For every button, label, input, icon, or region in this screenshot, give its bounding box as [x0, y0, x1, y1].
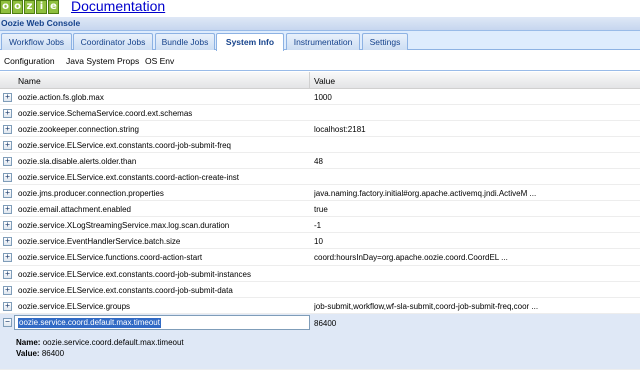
expand-icon[interactable]: +	[3, 205, 12, 215]
expand-icon[interactable]: +	[3, 93, 12, 102]
row-value: 10	[314, 237, 323, 247]
logo-letter: o	[0, 0, 11, 14]
main-tab-bar: Workflow Jobs Coordinator Jobs Bundle Jo…	[0, 31, 640, 51]
subtab-os-env[interactable]: OS Env	[145, 56, 174, 66]
row-value: 86400	[314, 318, 337, 328]
detail-name-line: Name: oozie.service.coord.default.max.ti…	[16, 338, 184, 347]
selected-name-text: oozie.service.coord.default.max.timeout	[18, 317, 161, 328]
row-name-editor[interactable]: oozie.service.coord.default.max.timeout	[14, 314, 310, 330]
tab-instrumentation[interactable]: Instrumentation	[286, 33, 360, 50]
table-row[interactable]: + oozie.service.ELService.ext.constants.c…	[0, 282, 640, 298]
expand-icon[interactable]: +	[3, 173, 12, 183]
table-row[interactable]: + oozie.jms.producer.connection.propertie…	[0, 185, 640, 202]
console-title: Oozie Web Console	[1, 18, 81, 28]
expand-icon[interactable]: +	[3, 269, 12, 279]
table-row[interactable]: + oozie.service.SchemaService.coord.ext.s…	[0, 105, 640, 122]
config-grid: + oozie.action.fs.glob.max 1000 + oozie.ser…	[0, 89, 640, 370]
row-value: true	[314, 205, 328, 215]
tab-workflow-jobs[interactable]: Workflow Jobs	[1, 33, 72, 50]
row-name: oozie.service.ELService.ext.constants.co…	[18, 269, 251, 279]
tab-system-info[interactable]: System Info	[216, 33, 284, 51]
console-title-bar: Oozie Web Console	[0, 17, 640, 31]
expand-icon[interactable]: +	[3, 109, 12, 119]
row-name: oozie.service.SchemaService.coord.ext.sc…	[18, 109, 193, 119]
row-name: oozie.email.attachment.enabled	[18, 205, 131, 215]
logo-letter: o	[12, 0, 23, 14]
table-row[interactable]: + oozie.email.attachment.enabled true	[0, 201, 640, 218]
logo-letter: i	[36, 0, 47, 14]
oozie-logo: o o z i e	[0, 0, 60, 14]
row-value: coord:hoursInDay=org.apache.oozie.coord.…	[314, 253, 508, 263]
table-row[interactable]: + oozie.sla.disable.alerts.older.than 48	[0, 153, 640, 170]
table-row[interactable]: + oozie.service.ELService.functions.coord…	[0, 249, 640, 266]
expand-icon[interactable]: +	[3, 141, 12, 151]
detail-name-label: Name:	[16, 337, 41, 347]
row-name: oozie.jms.producer.connection.properties	[18, 189, 164, 199]
expand-icon[interactable]: +	[3, 221, 12, 231]
row-detail-panel: Name: oozie.service.coord.default.max.ti…	[0, 330, 640, 370]
detail-value-value: 86400	[41, 348, 65, 358]
row-name: oozie.service.EventHandlerService.batch.…	[18, 237, 181, 247]
row-name: oozie.service.ELService.groups	[18, 301, 131, 311]
column-header-name[interactable]: Name	[18, 76, 41, 86]
column-divider[interactable]	[309, 72, 310, 89]
detail-value-line: Value: 86400	[16, 349, 64, 358]
table-row[interactable]: + oozie.service.ELService.ext.constants.c…	[0, 266, 640, 282]
table-row[interactable]: + oozie.action.fs.glob.max 1000	[0, 89, 640, 106]
expand-icon[interactable]: +	[3, 189, 12, 199]
row-value: -1	[314, 221, 322, 231]
expand-icon[interactable]: +	[3, 285, 12, 295]
grid-header: Name Value	[0, 72, 640, 89]
subtab-configuration[interactable]: Configuration	[4, 56, 55, 66]
expand-icon[interactable]: +	[3, 301, 12, 311]
table-row[interactable]: + oozie.service.ELService.ext.constants.c…	[0, 137, 640, 154]
row-name: oozie.service.XLogStreamingService.max.l…	[18, 221, 230, 231]
top-bar: o o z i e Documentation	[0, 0, 640, 17]
collapse-icon[interactable]: −	[3, 317, 12, 327]
detail-name-value: oozie.service.coord.default.max.timeout	[42, 337, 184, 347]
documentation-link[interactable]: Documentation	[71, 0, 165, 14]
table-row[interactable]: + oozie.service.XLogStreamingService.max.…	[0, 217, 640, 234]
subtab-java-system-props[interactable]: Java System Props	[66, 56, 139, 66]
row-name: oozie.service.ELService.ext.constants.co…	[18, 141, 231, 151]
expand-icon[interactable]: +	[3, 125, 12, 135]
sub-tab-bar: Configuration Java System Props OS Env	[0, 51, 640, 71]
logo-letter: e	[48, 0, 59, 14]
tab-coordinator-jobs[interactable]: Coordinator Jobs	[73, 33, 153, 50]
row-value: 48	[314, 157, 323, 167]
row-value: 1000	[314, 93, 332, 102]
row-name: oozie.service.ELService.functions.coord-…	[18, 253, 203, 263]
table-row[interactable]: + oozie.service.ELService.groups job-submi…	[0, 298, 640, 314]
table-row[interactable]: + oozie.service.EventHandlerService.batch…	[0, 233, 640, 250]
row-value: localhost:2181	[314, 125, 366, 135]
row-value: job-submit,workflow,wf-sla-submit,coord-…	[314, 301, 539, 311]
row-name: oozie.zookeeper.connection.string	[18, 125, 139, 135]
expand-icon[interactable]: +	[3, 157, 12, 167]
tab-bundle-jobs[interactable]: Bundle Jobs	[155, 33, 215, 50]
table-row-expanded[interactable]: − oozie.service.coord.default.max.timeou…	[0, 313, 640, 331]
table-row[interactable]: + oozie.zookeeper.connection.string localh…	[0, 121, 640, 138]
tab-settings[interactable]: Settings	[362, 33, 408, 50]
expand-icon[interactable]: +	[3, 237, 12, 247]
logo-letter: z	[24, 0, 35, 14]
column-header-value[interactable]: Value	[314, 76, 335, 86]
row-name: oozie.service.ELService.ext.constants.co…	[18, 285, 233, 295]
table-row[interactable]: + oozie.service.ELService.ext.constants.c…	[0, 169, 640, 186]
row-name: oozie.action.fs.glob.max	[18, 93, 104, 102]
detail-value-label: Value:	[16, 348, 40, 358]
expand-icon[interactable]: +	[3, 253, 12, 263]
row-value: java.naming.factory.initial#org.apache.a…	[314, 189, 537, 199]
row-name: oozie.sla.disable.alerts.older.than	[18, 157, 137, 167]
row-name: oozie.service.ELService.ext.constants.co…	[18, 173, 239, 183]
